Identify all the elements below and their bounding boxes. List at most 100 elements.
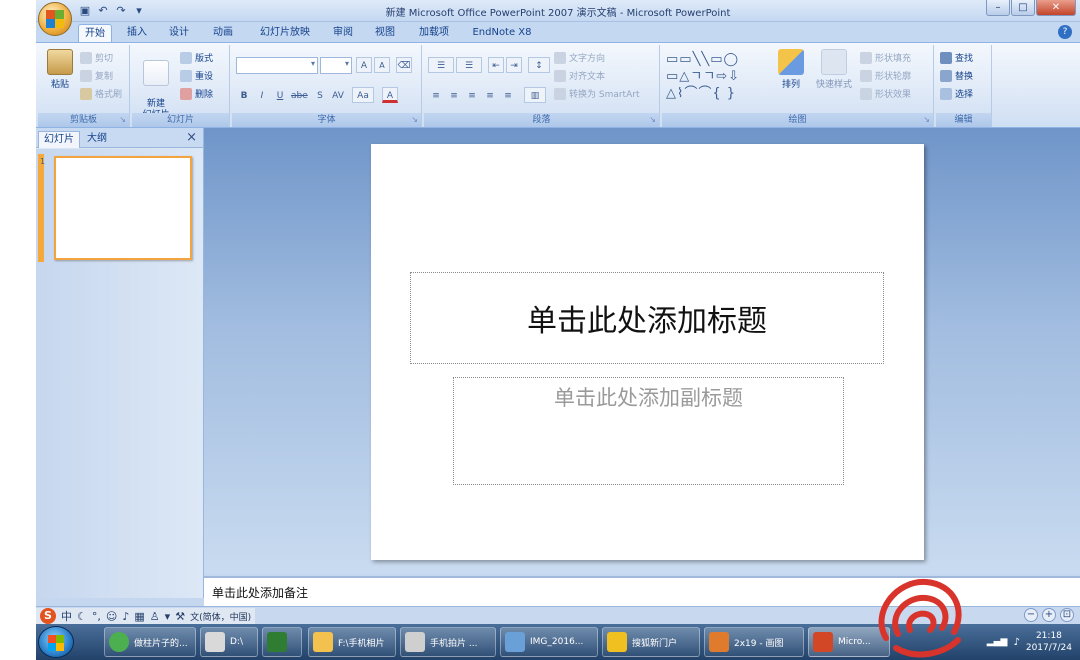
bullets-icon[interactable]: ☰ [428, 57, 454, 73]
subtitle-placeholder[interactable]: 单击此处添加副标题 [453, 377, 844, 485]
shape-outline-button[interactable]: 形状轮廓 [860, 69, 911, 82]
shape-effects-button[interactable]: 形状效果 [860, 87, 911, 100]
maximize-button[interactable]: □ [1011, 0, 1035, 16]
new-slide-icon [143, 60, 169, 86]
office-button[interactable] [38, 2, 72, 36]
delete-slide-button[interactable]: 删除 [180, 87, 213, 100]
close-button[interactable]: ✕ [1036, 0, 1076, 16]
taskbar-item[interactable]: F:\手机相片 [308, 627, 396, 657]
volume-icon[interactable]: ♪ [1013, 637, 1019, 648]
underline-button[interactable]: U [272, 87, 288, 103]
cut-button[interactable]: 剪切 [80, 51, 113, 64]
decrease-indent-icon[interactable]: ⇤ [488, 57, 504, 73]
reset-button[interactable]: 重设 [180, 69, 213, 82]
zoom-out-icon[interactable]: − [1024, 608, 1038, 622]
increase-indent-icon[interactable]: ⇥ [506, 57, 522, 73]
clear-format-icon[interactable]: ⌫ [396, 57, 412, 73]
taskbar-item[interactable]: 搜狐新门户 [602, 627, 700, 657]
shadow-button[interactable]: S [312, 87, 328, 103]
tab-design[interactable]: 设计 [162, 24, 196, 42]
user-icon[interactable]: ♙ [150, 610, 160, 623]
change-case-button[interactable]: Aa [352, 87, 374, 103]
taskbar-item[interactable]: D:\ [200, 627, 258, 657]
shapes-gallery[interactable]: ▭▭╲╲▭◯ ▭△ㄱㄱ⇨⇩ △⌇⌒⌒{ } [666, 51, 772, 102]
tab-endnote[interactable]: EndNote X8 [464, 24, 540, 42]
taskbar-item[interactable]: IMG_2016... [500, 627, 598, 657]
numbering-icon[interactable]: ☰ [456, 57, 482, 73]
taskbar-item[interactable]: 做柱片子的... [104, 627, 196, 657]
columns-icon[interactable]: ▥ [524, 87, 546, 103]
shirt-icon[interactable]: ▾ [165, 610, 171, 623]
tab-animations[interactable]: 动画 [206, 24, 240, 42]
minimize-button[interactable]: – [986, 0, 1010, 16]
shrink-font-button[interactable]: A [374, 57, 390, 73]
text-direction-button[interactable]: 文字方向 [554, 51, 605, 64]
line-spacing-icon[interactable]: ↕ [528, 57, 550, 73]
wrench-icon[interactable]: ⚒ [175, 610, 185, 623]
taskbar-item[interactable]: 2x19 - 画图 [704, 627, 804, 657]
start-button[interactable] [38, 626, 74, 658]
smartart-button[interactable]: 转换为 SmartArt [554, 87, 639, 100]
tab-view[interactable]: 视图 [368, 24, 402, 42]
distributed-icon[interactable]: ≡ [500, 87, 516, 103]
moon-icon[interactable]: ☾ [77, 610, 87, 623]
select-button[interactable]: 选择 [940, 87, 973, 100]
arrange-button[interactable]: 排列 [774, 49, 808, 90]
dialog-launcher-icon[interactable]: ↘ [119, 115, 126, 124]
bold-button[interactable]: B [236, 87, 252, 103]
reset-icon [180, 69, 192, 82]
shape-fill-button[interactable]: 形状填充 [860, 51, 911, 64]
tab-insert[interactable]: 插入 [120, 24, 154, 42]
zoom-in-icon[interactable]: + [1042, 608, 1056, 622]
font-color-button[interactable]: A [382, 87, 398, 103]
tab-addins[interactable]: 加载项 [412, 24, 456, 42]
dialog-launcher-icon[interactable]: ↘ [649, 115, 656, 124]
font-size-select[interactable]: ▾ [320, 57, 352, 74]
font-family-select[interactable]: ▾ [236, 57, 318, 74]
copy-button[interactable]: 复制 [80, 69, 113, 82]
layout-button[interactable]: 版式 [180, 51, 213, 64]
image-icon [505, 632, 525, 652]
find-button[interactable]: 查找 [940, 51, 973, 64]
microphone-icon[interactable]: ♪ [122, 610, 129, 623]
fit-window-icon[interactable]: ⊡ [1060, 608, 1074, 622]
slides-group-label: 幻灯片 [132, 113, 229, 127]
grow-font-button[interactable]: A [356, 57, 372, 73]
punctuation-icon[interactable]: °, [92, 610, 101, 623]
replace-button[interactable]: 替换 [940, 69, 973, 82]
slide[interactable]: 单击此处添加标题 单击此处添加副标题 [371, 144, 924, 560]
title-placeholder[interactable]: 单击此处添加标题 [410, 272, 884, 364]
align-left-icon[interactable]: ≡ [428, 87, 444, 103]
taskbar-item-label: 搜狐新门户 [632, 638, 678, 649]
powerpoint-window: ▣ ↶ ↷ ▾ 新建 Microsoft Office PowerPoint 2… [36, 0, 1080, 660]
tab-review[interactable]: 审阅 [326, 24, 360, 42]
align-center-icon[interactable]: ≡ [446, 87, 462, 103]
italic-button[interactable]: I [254, 87, 270, 103]
paste-button[interactable]: 粘贴 [40, 49, 80, 90]
align-text-button[interactable]: 对齐文本 [554, 69, 605, 82]
justify-icon[interactable]: ≡ [482, 87, 498, 103]
taskbar-item[interactable]: 手机拍片 ... [400, 627, 496, 657]
tab-slides[interactable]: 幻灯片 [38, 131, 80, 148]
taskbar-item[interactable] [262, 627, 302, 657]
tab-home[interactable]: 开始 [78, 24, 112, 42]
ime-toolbar[interactable]: S 中 ☾ °, ☺ ♪ ▦ ♙ ▾ ⚒ 文(简体，中国) [36, 608, 256, 624]
tab-outline[interactable]: 大纲 [82, 131, 112, 148]
new-slide-button[interactable]: 新建 幻灯片 [134, 49, 178, 121]
char-spacing-button[interactable]: AV [330, 87, 346, 103]
ime-mode[interactable]: 中 [61, 608, 72, 624]
tab-slideshow[interactable]: 幻灯片放映 [254, 24, 316, 42]
emoji-icon[interactable]: ☺ [106, 610, 117, 623]
dialog-launcher-icon[interactable]: ↘ [411, 115, 418, 124]
align-right-icon[interactable]: ≡ [464, 87, 480, 103]
format-painter-button[interactable]: 格式刷 [80, 87, 122, 100]
quick-styles-button[interactable]: 快速样式 [812, 49, 856, 90]
close-icon[interactable]: × [186, 130, 197, 145]
slide-thumbnail[interactable] [54, 156, 192, 260]
keyboard-icon[interactable]: ▦ [134, 610, 144, 623]
network-icon[interactable]: ▂▄▆ [987, 637, 1008, 647]
strikethrough-button[interactable]: abe [290, 87, 308, 103]
dialog-launcher-icon[interactable]: ↘ [923, 115, 930, 124]
help-icon[interactable]: ? [1058, 25, 1072, 39]
clock[interactable]: 21:18 2017/7/24 [1026, 630, 1072, 654]
